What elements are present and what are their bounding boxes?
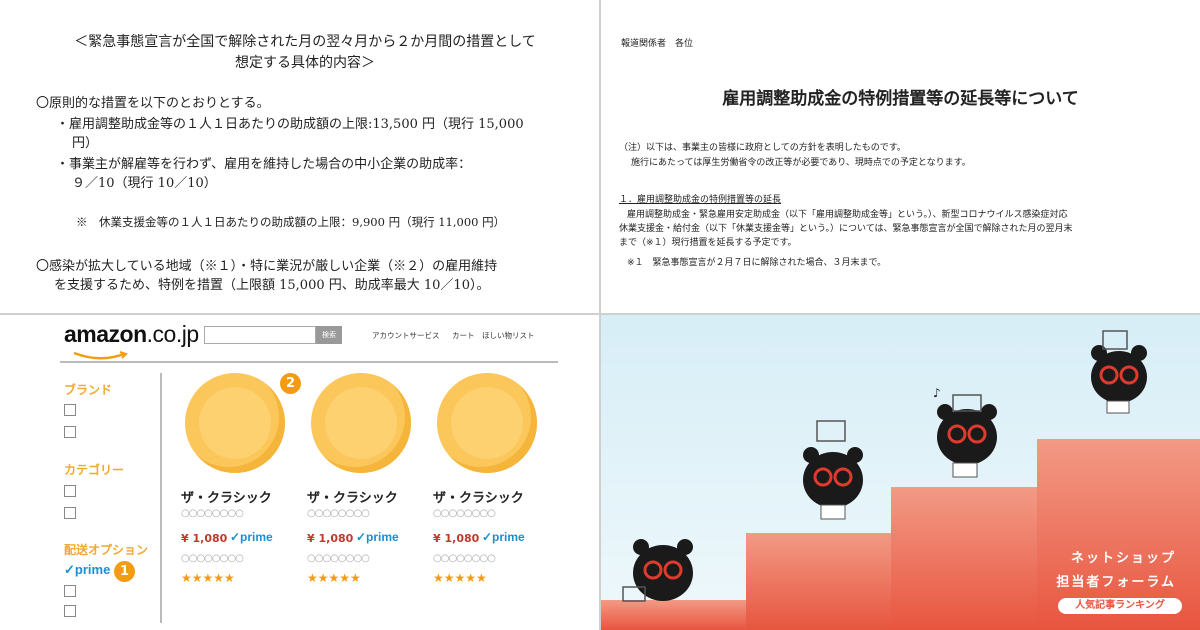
filter-category-heading: カテゴリー: [64, 463, 125, 477]
search-input[interactable]: [204, 326, 316, 344]
product-stars: ★★★★★: [181, 571, 235, 585]
prime-badge: ✓prime: [230, 530, 273, 544]
product-stars: ★★★★★: [307, 571, 361, 585]
search-button[interactable]: 検索: [316, 326, 342, 344]
step-badge-1: 1: [114, 561, 135, 582]
bullet-subsidy-cap-cont: 円）: [72, 136, 99, 151]
press-release-panel: 報道関係者 各位 雇用調整助成金の特例措置等の延長等について （注）以下は、事業…: [601, 0, 1200, 313]
heading-line-2: 想定する具体的内容＞: [235, 55, 375, 71]
nav-account[interactable]: アカウントサービス: [372, 330, 440, 341]
prime-badge: ✓prime: [356, 530, 399, 544]
product-name[interactable]: ザ・クラシック: [307, 487, 398, 506]
nav-cart[interactable]: カート: [452, 330, 475, 341]
prime-filter[interactable]: ✓prime: [64, 562, 110, 578]
product-price: ¥ 1,080: [433, 532, 480, 545]
forum-title-line-1: ネットショップ: [1070, 551, 1176, 566]
product-rating-placeholder: ○○○○○○○○: [307, 508, 370, 519]
product-image[interactable]: [437, 373, 537, 473]
bullet-sme-rate-cont: ９／10（現行 10／10）: [72, 176, 217, 191]
step-badge-2: 2: [280, 373, 301, 394]
footnote: ※１ 緊急事態宣言が２月７日に解除された場合、３月末まで。: [627, 258, 887, 268]
body-line-2: 休業支援金・給付金（以下「休業支援金等」という。）については、緊急事態宣言が全国…: [619, 224, 1073, 234]
heading-line-1: ＜緊急事態宣言が全国で解除された月の翌々月から２か月間の措置として: [74, 34, 536, 50]
product-name[interactable]: ザ・クラシック: [181, 487, 272, 506]
bullet-subsidy-cap: ・雇用調整助成金等の１人１日あたりの助成額の上限:13,500 円（現行 15,…: [56, 117, 524, 132]
bullet-sme-rate: ・事業主が解雇等を行わず、雇用を維持した場合の中小企業の助成率：: [56, 157, 472, 172]
product-name[interactable]: ザ・クラシック: [433, 487, 524, 506]
product-image[interactable]: [185, 373, 285, 473]
header-divider: [60, 361, 558, 363]
product-stars: ★★★★★: [433, 571, 487, 585]
section-heading: １．雇用調整助成金の特例措置等の延長: [619, 195, 782, 205]
shop-mockup-panel: amazon.co.jp 検索 アカウントサービス カート ほしい物リスト ブラ…: [0, 315, 599, 630]
svg-text:♪: ♪: [933, 386, 941, 400]
product-meta-placeholder: ○○○○○○○○: [433, 553, 496, 564]
amazon-smile-icon: [73, 351, 128, 360]
note-line-2: 施行にあたっては厚生労働省令の改正等が必要であり、現時点での予定となります。: [631, 158, 971, 168]
shipping-checkbox-1[interactable]: [64, 585, 76, 597]
prime-badge: ✓prime: [482, 530, 525, 544]
brand-checkbox-2[interactable]: [64, 426, 76, 438]
mascot-icon: ♪: [933, 386, 997, 478]
category-checkbox-1[interactable]: [64, 485, 76, 497]
product-price: ¥ 1,080: [307, 532, 354, 545]
brand-checkbox-1[interactable]: [64, 404, 76, 416]
addressee: 報道関係者 各位: [621, 39, 694, 49]
leave-support-note: ※ 休業支援金等の１人１日あたりの助成額の上限：9,900 円（現行 11,00…: [76, 215, 506, 229]
amazon-logo[interactable]: amazon.co.jp: [64, 321, 199, 348]
product-rating-placeholder: ○○○○○○○○: [181, 508, 244, 519]
mascot-icon: [803, 420, 863, 520]
filter-brand-heading: ブランド: [64, 383, 113, 397]
mascot-icon: [622, 539, 693, 602]
body-line-3: まで（※１）現行措置を延長する予定です。: [619, 238, 797, 248]
policy-document-panel: ＜緊急事態宣言が全国で解除された月の翌々月から２か月間の措置として 想定する具体…: [0, 0, 599, 313]
mascot-icon: [1091, 330, 1147, 414]
product-price: ¥ 1,080: [181, 532, 228, 545]
document-heading: ＜緊急事態宣言が全国で解除された月の翌々月から２か月間の措置として 想定する具体…: [40, 32, 570, 74]
special-measure-paragraph: 〇感染が拡大している地域（※１）・特に業況が厳しい企業（※２）の雇用維持: [36, 259, 498, 274]
nav-wishlist[interactable]: ほしい物リスト: [482, 330, 535, 341]
note-line-1: （注）以下は、事業主の皆様に政府としての方針を表明したものです。: [619, 143, 906, 153]
product-meta-placeholder: ○○○○○○○○: [307, 553, 370, 564]
category-checkbox-2[interactable]: [64, 507, 76, 519]
product-rating-placeholder: ○○○○○○○○: [433, 508, 496, 519]
special-measure-paragraph-cont: を支援するため、特例を措置（上限額 15,000 円、助成率最大 10／10）。: [54, 278, 490, 293]
ranking-badge[interactable]: 人気記事ランキング: [1058, 598, 1182, 614]
body-line-1: 雇用調整助成金・緊急雇用安定助成金（以下「雇用調整助成金等」という。）、新型コロ…: [627, 210, 1068, 220]
forum-title-line-2: 担当者フォーラム: [1056, 575, 1176, 590]
sidebar-divider: [160, 373, 162, 623]
filter-shipping-heading: 配送オプション: [64, 543, 149, 557]
shipping-checkbox-2[interactable]: [64, 605, 76, 617]
press-release-title: 雇用調整助成金の特例措置等の延長等について: [722, 89, 1079, 109]
principle-paragraph: 〇原則的な措置を以下のとおりとする。: [36, 96, 270, 111]
product-image[interactable]: [311, 373, 411, 473]
product-meta-placeholder: ○○○○○○○○: [181, 553, 244, 564]
forum-illustration-panel: ♪ ネットショップ 担当者フォーラム 人気記事ランキング: [601, 315, 1200, 630]
